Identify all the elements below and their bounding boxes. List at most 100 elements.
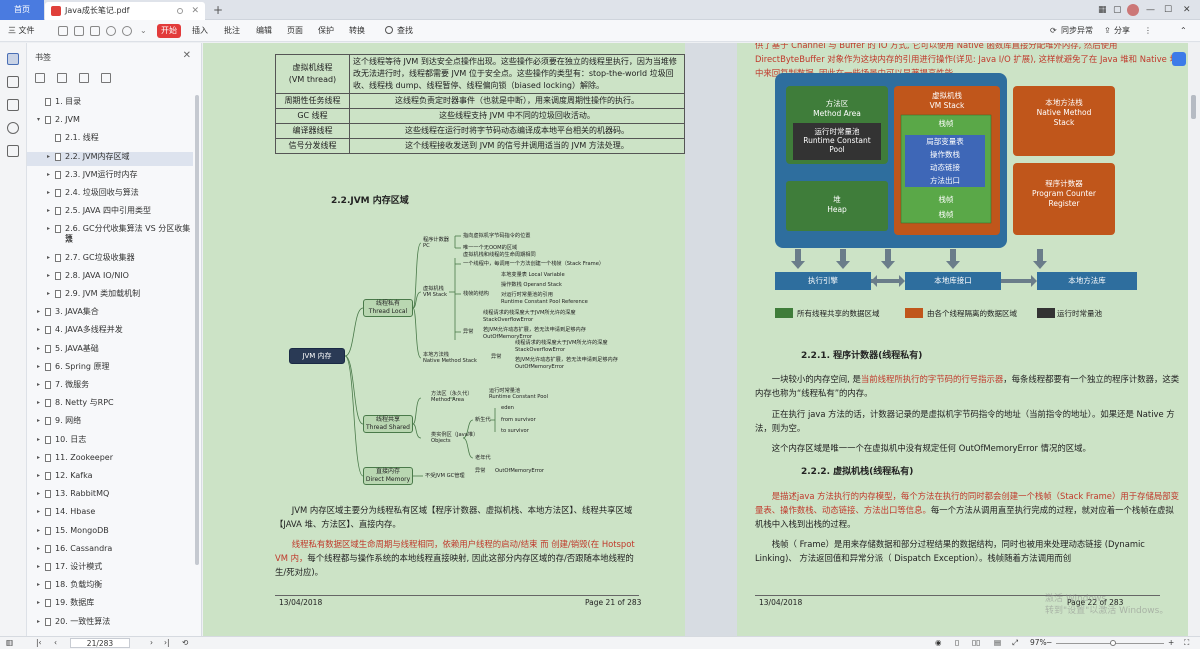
bookmark-icon[interactable]	[7, 53, 19, 65]
chevron-right-icon[interactable]: ▸	[47, 289, 50, 299]
avatar[interactable]	[1127, 4, 1139, 16]
bookmark-item[interactable]: ▸ 2.9. JVM 类加载机制	[27, 289, 193, 303]
chevron-right-icon[interactable]: ▸	[37, 435, 40, 445]
bookmark-item[interactable]: ▸ 5. JAVA基础	[27, 344, 193, 358]
signature-icon[interactable]	[7, 145, 19, 157]
bookmark-item[interactable]: ▸ 2.8. JAVA IO/NIO	[27, 271, 193, 285]
bookmark-item[interactable]: ▸ 2.5. JAVA 四中引用类型	[27, 206, 193, 220]
bookmark-item[interactable]: ▾ 2. JVM	[27, 115, 193, 129]
bookmark-item[interactable]: ▸ 18. 负载均衡	[27, 580, 193, 594]
chevron-right-icon[interactable]: ▸	[37, 617, 40, 627]
bookmark-item[interactable]: ▸ 2.3. JVM运行时内存	[27, 170, 193, 184]
chevron-right-icon[interactable]: ▸	[47, 271, 50, 281]
redo-icon[interactable]	[122, 26, 132, 36]
chevron-right-icon[interactable]: ▸	[37, 471, 40, 481]
zoom-slider-handle[interactable]	[1110, 640, 1116, 646]
minimize-button[interactable]: —	[1146, 0, 1155, 20]
layout-icon[interactable]: ▢	[1113, 0, 1122, 20]
eye-icon[interactable]: ◉	[935, 637, 942, 649]
bookmark-item[interactable]: ▸ 6. Spring 原理	[27, 362, 193, 376]
fullscreen-icon[interactable]: ⛶	[1184, 637, 1189, 649]
tab-page[interactable]: 页面	[287, 20, 303, 42]
add-bookmark-icon[interactable]	[35, 73, 45, 83]
floating-tool-button[interactable]	[1172, 52, 1186, 66]
print-icon[interactable]	[90, 26, 100, 36]
bookmark-item[interactable]: ▸ 3. JAVA集合	[27, 307, 193, 321]
comment-icon[interactable]	[7, 99, 19, 111]
bookmark-item[interactable]: ▸ 8. Netty 与RPC	[27, 398, 193, 412]
chevron-right-icon[interactable]: ▸	[37, 416, 40, 426]
rotate-icon[interactable]: ⟲	[182, 637, 188, 649]
prev-page-button[interactable]: ‹	[54, 637, 57, 649]
zoom-level[interactable]: 97%	[1030, 637, 1047, 649]
bookmarks-scrollbar[interactable]	[195, 95, 199, 565]
tab-convert[interactable]: 转换	[349, 20, 365, 42]
sidebar-toggle-icon[interactable]: ▥	[6, 637, 13, 649]
bookmark-item[interactable]: ▸ 7. 微服务	[27, 380, 193, 394]
chevron-right-icon[interactable]: ▸	[37, 398, 40, 408]
new-tab-button[interactable]: +	[210, 2, 226, 18]
page-number-input[interactable]: 21/283	[70, 638, 130, 648]
chevron-right-icon[interactable]: ▸	[37, 307, 40, 317]
bookmark-item[interactable]: ▸ 13. RabbitMQ	[27, 489, 193, 503]
delete-bookmark-icon[interactable]	[79, 73, 89, 83]
tab-protect[interactable]: 保护	[318, 20, 334, 42]
more-icon[interactable]: ⋮	[1144, 20, 1152, 42]
bookmark-item[interactable]: ▸ 20. 一致性算法	[27, 617, 193, 631]
collapse-ribbon-icon[interactable]: ⌃	[1180, 20, 1187, 42]
bookmark-item[interactable]: ▸ 16. Cassandra	[27, 544, 193, 558]
next-page-button[interactable]: ›	[150, 637, 153, 649]
bookmark-item[interactable]: 1. 目录	[27, 97, 193, 111]
last-page-button[interactable]: ›|	[164, 637, 170, 649]
chevron-right-icon[interactable]: ▸	[37, 580, 40, 590]
add-child-bookmark-icon[interactable]	[57, 73, 67, 83]
chevron-right-icon[interactable]: ▸	[37, 544, 40, 554]
chevron-right-icon[interactable]: ▸	[37, 344, 40, 354]
tab-edit[interactable]: 编辑	[256, 20, 272, 42]
chevron-right-icon[interactable]: ▸	[37, 598, 40, 608]
share-icon[interactable]: ⇪	[1104, 20, 1111, 42]
scroll-view-icon[interactable]: ▤	[994, 637, 1001, 649]
tab-close-icon[interactable]: ✕	[191, 2, 199, 20]
chevron-right-icon[interactable]: ▸	[37, 362, 40, 372]
single-page-icon[interactable]: ▯	[955, 637, 959, 649]
chevron-right-icon[interactable]: ▸	[47, 152, 50, 162]
chevron-right-icon[interactable]: ▸	[37, 562, 40, 572]
thumbnail-icon[interactable]	[7, 76, 19, 88]
chevron-right-icon[interactable]: ▸	[47, 188, 50, 198]
tab-home[interactable]: 首页	[0, 0, 44, 20]
chevron-right-icon[interactable]: ▸	[37, 507, 40, 517]
chevron-right-icon[interactable]: ▸	[37, 526, 40, 536]
bookmark-item[interactable]: ▸ 2.6. GC分代收集算法 VS 分区收集算法	[27, 224, 193, 246]
bookmark-item[interactable]: ▸ 2.4. 垃圾回收与算法	[27, 188, 193, 202]
chevron-right-icon[interactable]: ▸	[37, 380, 40, 390]
chevron-right-icon[interactable]: ▸	[37, 453, 40, 463]
zoom-in-button[interactable]: +	[1168, 637, 1174, 649]
bookmark-item[interactable]: 2.1. 线程	[27, 133, 193, 147]
search-input[interactable]: 查找	[385, 24, 413, 38]
share-button[interactable]: 分享	[1114, 20, 1130, 42]
bookmark-item[interactable]: ▸ 15. MongoDB	[27, 526, 193, 540]
open-icon[interactable]	[58, 26, 68, 36]
tab-document[interactable]: Java成长笔记.pdf ✕	[45, 2, 205, 20]
bookmark-item[interactable]: ▸ 12. Kafka	[27, 471, 193, 485]
chevron-right-icon[interactable]: ▸	[37, 325, 40, 335]
dual-page-icon[interactable]: ▯▯	[972, 637, 980, 649]
chevron-right-icon[interactable]: ▸	[47, 224, 50, 234]
sync-status[interactable]: 同步异常	[1061, 20, 1093, 42]
bookmark-item[interactable]: ▸ 14. Hbase	[27, 507, 193, 521]
bookmark-item[interactable]: ▸ 19. 数据库	[27, 598, 193, 612]
fit-icon[interactable]: ⤢	[1012, 637, 1018, 649]
bookmark-item[interactable]: ▸ 2.2. JVM内存区域	[27, 151, 193, 166]
bookmark-item[interactable]: ▸ 9. 网络	[27, 416, 193, 430]
bookmarks-close-icon[interactable]: ✕	[183, 50, 191, 61]
attachment-icon[interactable]	[7, 122, 19, 134]
bookmark-item[interactable]: ▸ 11. Zookeeper	[27, 453, 193, 467]
tab-insert[interactable]: 插入	[192, 20, 208, 42]
save-icon[interactable]	[74, 26, 84, 36]
chevron-down-icon[interactable]: ⌄	[140, 20, 147, 42]
close-button[interactable]: ✕	[1183, 0, 1191, 20]
first-page-button[interactable]: |‹	[36, 637, 42, 649]
scrollbar-thumb[interactable]	[1191, 95, 1196, 119]
chevron-right-icon[interactable]: ▸	[37, 489, 40, 499]
